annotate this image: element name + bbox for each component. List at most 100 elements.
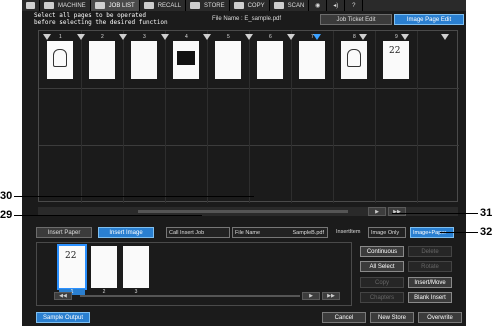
- page-thumbnail[interactable]: [341, 41, 367, 79]
- home-icon: [26, 2, 35, 9]
- top-navigation: MACHINE JOB LIST RECALL STORE COPY SCAN …: [22, 0, 466, 11]
- scroll-next-button[interactable]: ▶: [368, 207, 386, 216]
- overwrite-button[interactable]: Overwrite: [418, 312, 462, 323]
- insert-file-name-value: SampleB.pdf: [292, 229, 325, 236]
- scroll-first-button[interactable]: ◀◀: [54, 292, 72, 300]
- scroll-last-button[interactable]: ▶▶: [322, 292, 340, 300]
- callout-30: 30: [0, 190, 13, 202]
- page-thumbnail[interactable]: [299, 41, 325, 79]
- tab-job-list[interactable]: JOB LIST: [90, 0, 140, 11]
- callout-31: 31: [480, 207, 493, 219]
- tab-label: COPY: [247, 2, 265, 9]
- home-button[interactable]: [22, 0, 40, 11]
- page-actions: Continuous Delete All Select Rotate Copy…: [360, 242, 460, 306]
- all-select-button[interactable]: All Select: [360, 261, 404, 272]
- copy-button[interactable]: Copy: [360, 277, 404, 288]
- job-ticket-edit-button[interactable]: Job Ticket Edit: [320, 14, 392, 25]
- tab-copy[interactable]: COPY: [230, 0, 270, 11]
- tab-label: SCAN: [287, 2, 305, 9]
- callout-32-leader: [440, 232, 478, 233]
- globe-button[interactable]: ◉: [309, 0, 328, 11]
- tab-label: JOB LIST: [108, 2, 135, 9]
- sample-output-button[interactable]: Sample Output: [36, 312, 90, 323]
- insert-marker[interactable]: [161, 34, 169, 40]
- insert-page-thumbnail[interactable]: [91, 246, 117, 288]
- insert-marker[interactable]: [77, 34, 85, 40]
- tab-label: STORE: [204, 2, 225, 9]
- job-list-screen: MACHINE JOB LIST RECALL STORE COPY SCAN …: [22, 0, 466, 326]
- globe-icon: ◉: [315, 3, 321, 9]
- insert-marker[interactable]: [203, 34, 211, 40]
- rotate-button[interactable]: Rotate: [408, 261, 452, 272]
- page-thumbnail[interactable]: [257, 41, 283, 79]
- insert-image-tab[interactable]: Insert Image: [98, 227, 154, 238]
- insert-page-thumbnail[interactable]: 22: [57, 244, 87, 290]
- page-thumbnail[interactable]: [89, 41, 115, 79]
- cancel-button[interactable]: Cancel: [322, 312, 366, 323]
- page-illustration: [347, 49, 361, 67]
- bottom-bar: Sample Output Cancel New Store Overwrite: [22, 310, 466, 326]
- continuous-button[interactable]: Continuous: [360, 246, 404, 257]
- page-thumbnail[interactable]: [131, 41, 157, 79]
- insert-marker[interactable]: [359, 34, 367, 40]
- page-number: 4: [185, 34, 188, 40]
- page-thumbnail[interactable]: 22: [383, 41, 409, 79]
- scroll-last-button[interactable]: ▶▶: [388, 207, 406, 216]
- job-list-icon: [94, 2, 105, 9]
- page-illustration: 22: [389, 46, 401, 56]
- file-name-label: File Name : E_sample.pdf: [212, 16, 282, 22]
- insert-marker[interactable]: [119, 34, 127, 40]
- page-number: 2: [101, 34, 104, 40]
- tab-label: RECALL: [157, 2, 182, 9]
- page-illustration: [53, 49, 67, 67]
- scroll-track[interactable]: [138, 210, 348, 213]
- volume-icon: ◂): [333, 3, 339, 9]
- callout-29: 29: [0, 209, 13, 221]
- callout-30-leader: [14, 196, 254, 197]
- tab-scan[interactable]: SCAN: [270, 0, 310, 11]
- scroll-next-button[interactable]: ▶: [302, 292, 320, 300]
- tab-store[interactable]: STORE: [186, 0, 230, 11]
- instruction-line-2: before selecting the desired function: [34, 19, 168, 26]
- page-number: 8: [353, 34, 356, 40]
- insert-page-thumbnail[interactable]: [123, 246, 149, 288]
- tab-recall[interactable]: RECALL: [140, 0, 187, 11]
- callout-31-leader: [392, 213, 478, 214]
- page-illustration: [177, 51, 195, 65]
- delete-button[interactable]: Delete: [408, 246, 452, 257]
- help-button[interactable]: ?: [345, 0, 364, 11]
- blank-insert-button[interactable]: Blank Insert: [408, 292, 452, 303]
- tab-machine[interactable]: MACHINE: [40, 0, 91, 11]
- volume-button[interactable]: ◂): [327, 0, 346, 11]
- recall-icon: [143, 2, 154, 9]
- page-thumbnail[interactable]: [215, 41, 241, 79]
- insert-file-name-label: File Name: [235, 229, 261, 236]
- page-number: 5: [227, 34, 230, 40]
- page-number: 1: [59, 34, 62, 40]
- help-icon: ?: [352, 2, 356, 9]
- chapters-button[interactable]: Chapters: [360, 292, 404, 303]
- scroll-track[interactable]: [80, 295, 300, 297]
- page-thumbnail[interactable]: [47, 41, 73, 79]
- insert-marker-selected[interactable]: [313, 34, 321, 40]
- call-insert-job-button[interactable]: Call Insert Job: [166, 227, 230, 238]
- insert-move-button[interactable]: Insert/Move: [408, 277, 452, 288]
- insert-marker[interactable]: [441, 34, 449, 40]
- page-number: 7: [311, 34, 314, 40]
- callout-32: 32: [480, 226, 493, 238]
- new-store-button[interactable]: New Store: [370, 312, 414, 323]
- insert-marker[interactable]: [287, 34, 295, 40]
- insert-paper-tab[interactable]: Insert Paper: [36, 227, 92, 238]
- page-thumbnail[interactable]: [173, 41, 199, 79]
- insert-marker[interactable]: [43, 34, 51, 40]
- callout-29-leader: [14, 215, 202, 216]
- instruction-line-1: Select all pages to be operated: [34, 12, 146, 19]
- insert-marker[interactable]: [401, 34, 409, 40]
- insert-item-label: InsertItem: [336, 229, 361, 235]
- insert-panel-scrollbar[interactable]: ◀◀ ▶ ▶▶: [40, 292, 344, 300]
- image-only-button[interactable]: Image Only: [368, 227, 406, 238]
- image-page-edit-button[interactable]: Image Page Edit: [394, 14, 464, 25]
- page-number: 9: [395, 34, 398, 40]
- page-number: 3: [143, 34, 146, 40]
- insert-marker[interactable]: [245, 34, 253, 40]
